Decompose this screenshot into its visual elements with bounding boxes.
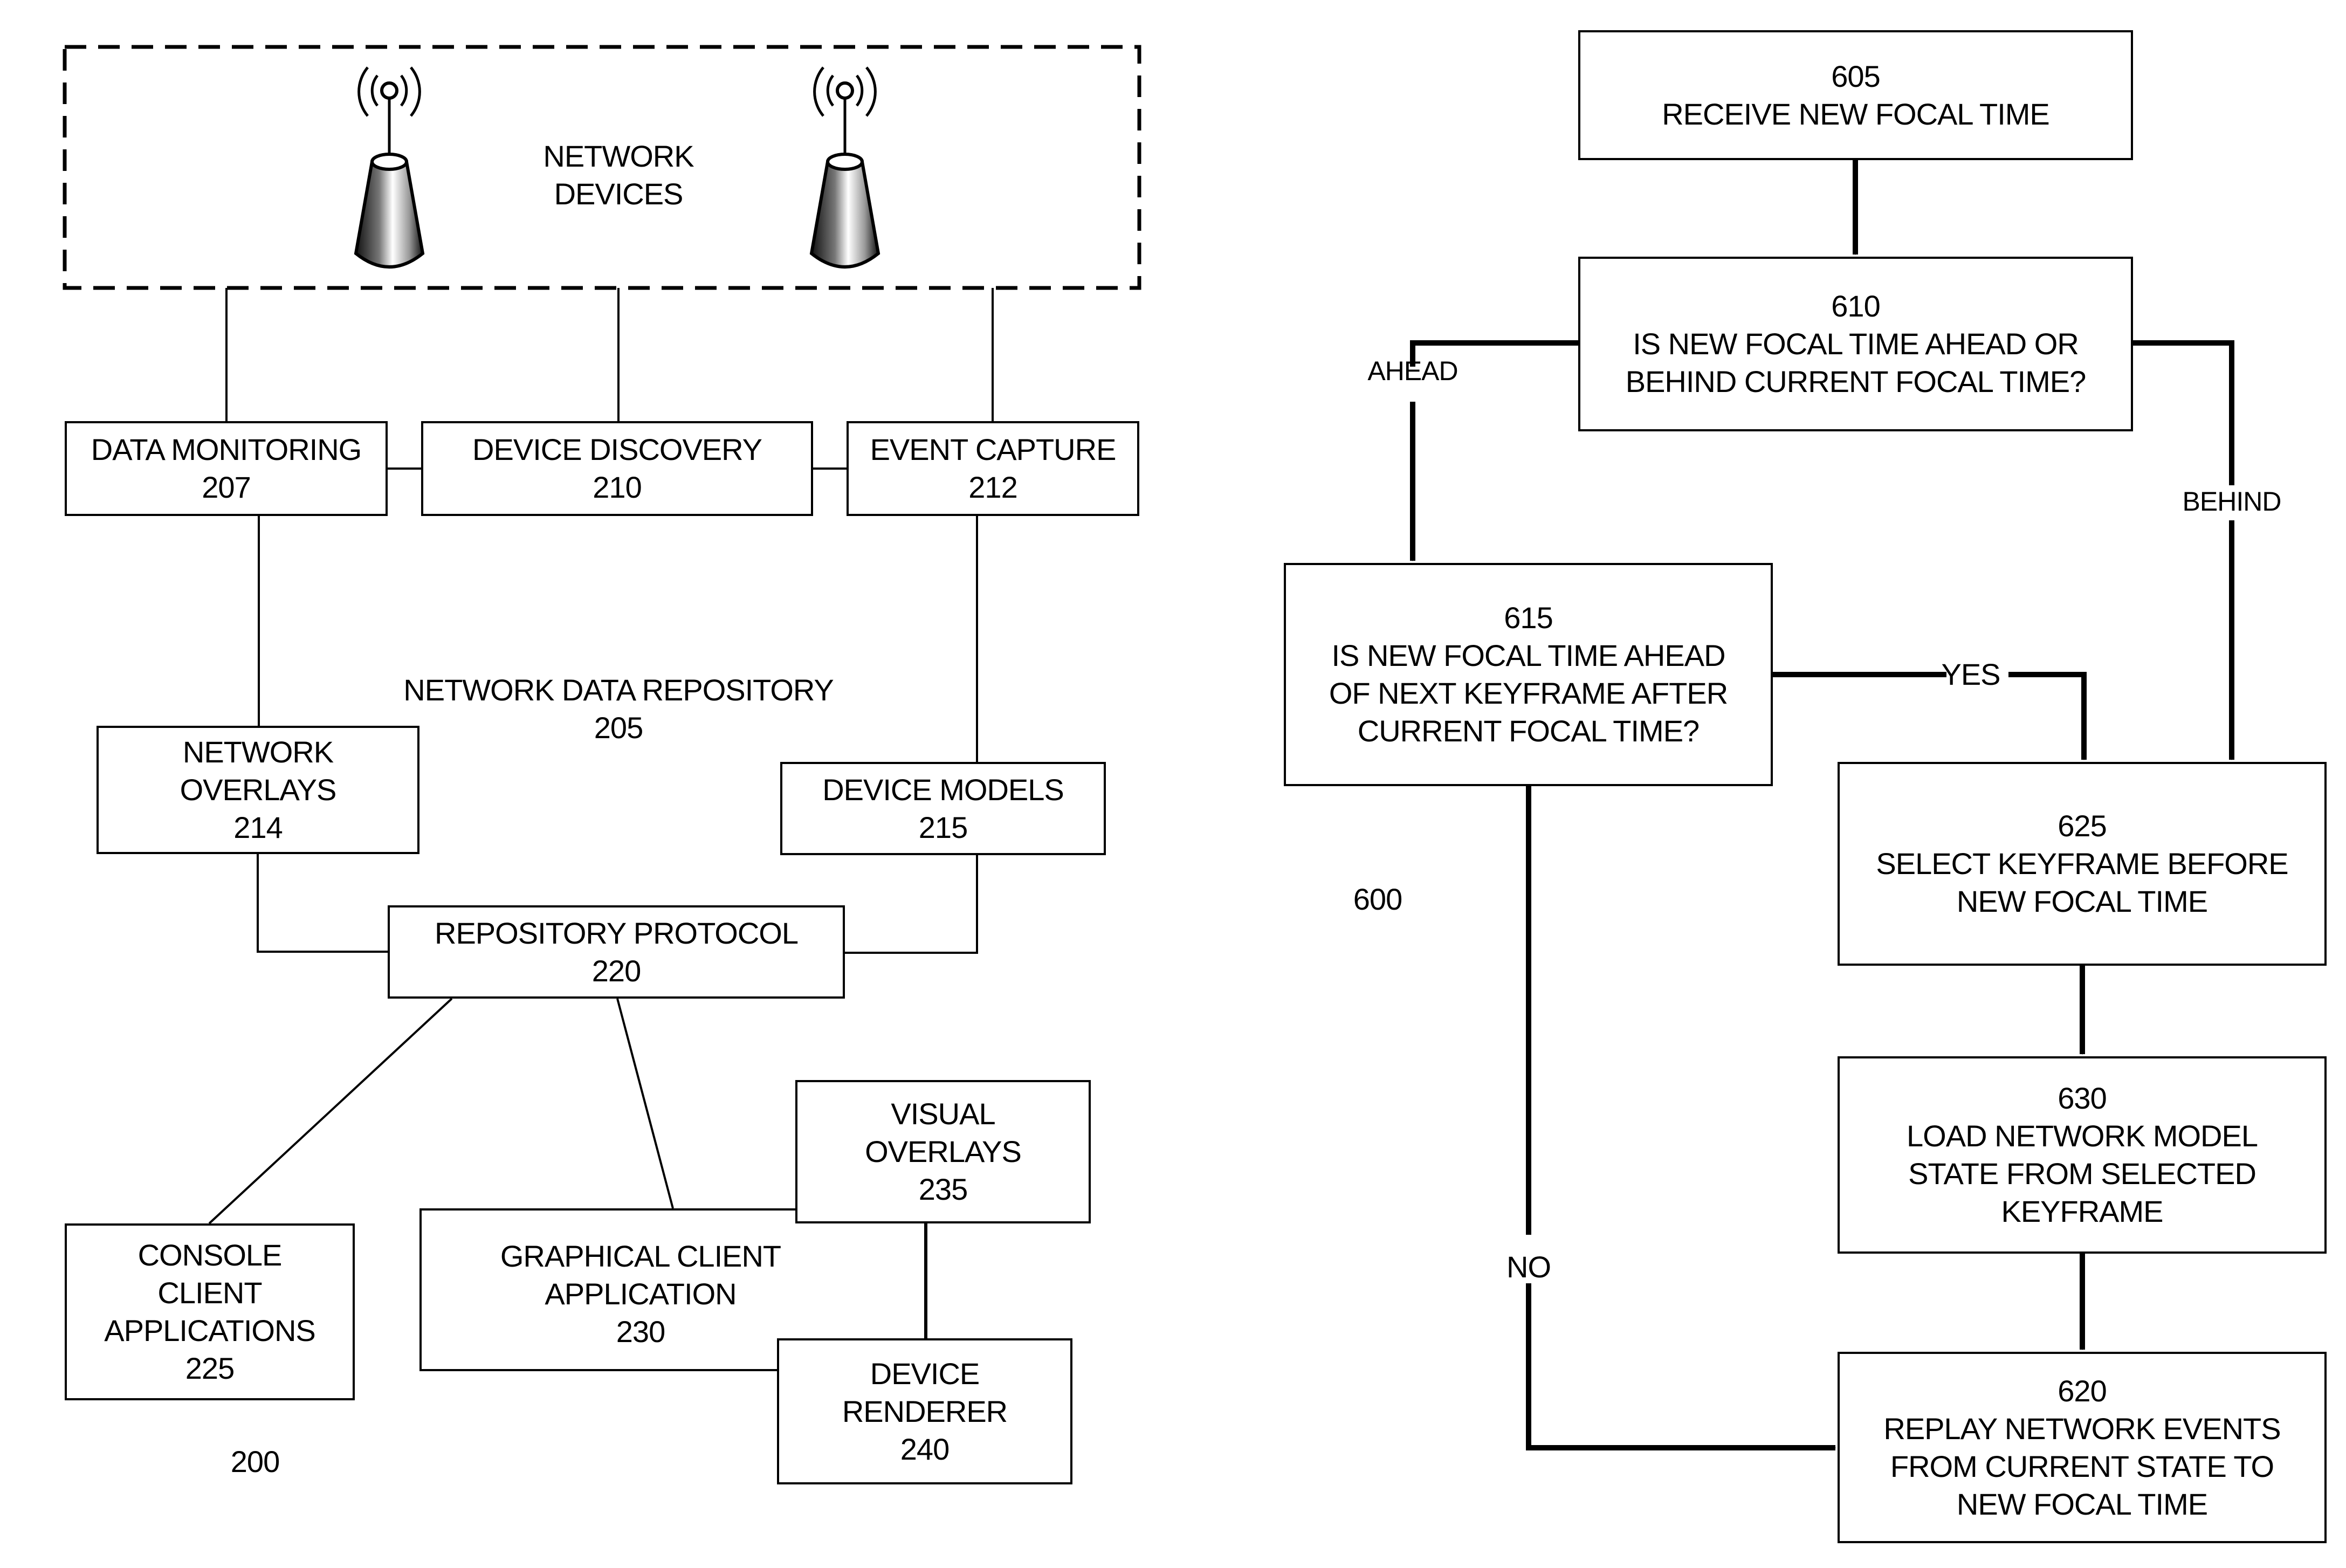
step-text: CURRENT FOCAL TIME? <box>1357 714 1700 748</box>
label-line: NETWORK DATA REPOSITORY <box>403 673 834 707</box>
step-number: 605 <box>1831 59 1880 93</box>
box-ref: 210 <box>593 470 642 504</box>
box-title: OVERLAYS <box>865 1134 1022 1168</box>
step-text: KEYFRAME <box>2001 1194 2163 1228</box>
box-title: OVERLAYS <box>180 773 337 807</box>
box-ref: 220 <box>591 953 641 988</box>
step-text: REPLAY NETWORK EVENTS <box>1883 1411 2281 1446</box>
label-line: 205 <box>594 711 643 745</box>
edge-label-yes: YES <box>1941 657 2000 691</box>
step-605-box: 605 RECEIVE NEW FOCAL TIME <box>1578 30 2133 160</box>
step-text: RECEIVE NEW FOCAL TIME <box>1662 97 2050 131</box>
step-615-box: 615 IS NEW FOCAL TIME AHEAD OF NEXT KEYF… <box>1284 563 1773 786</box>
box-ref: 240 <box>900 1432 950 1466</box>
box-title: DEVICE DISCOVERY <box>472 432 762 466</box>
device-renderer-box: DEVICE RENDERER 240 <box>777 1338 1072 1484</box>
box-title: DATA MONITORING <box>91 432 362 466</box>
step-text: NEW FOCAL TIME <box>1956 1487 2208 1521</box>
box-ref: 225 <box>185 1351 235 1385</box>
box-title: DEVICE <box>870 1356 980 1391</box>
box-title: APPLICATIONS <box>104 1313 316 1347</box>
console-client-box: CONSOLE CLIENT APPLICATIONS 225 <box>65 1223 355 1400</box>
device-models-box: DEVICE MODELS 215 <box>780 762 1106 855</box>
label-line: DEVICES <box>554 177 684 211</box>
step-text: FROM CURRENT STATE TO <box>1890 1449 2274 1483</box>
box-ref: 207 <box>202 470 251 504</box>
network-overlays-box: NETWORK OVERLAYS 214 <box>97 726 419 854</box>
network-data-repository-label: NETWORK DATA REPOSITORY 205 <box>403 671 834 747</box>
step-number: 620 <box>2058 1373 2107 1408</box>
step-number: 630 <box>2058 1081 2107 1115</box>
box-title: VISUAL <box>891 1097 995 1131</box>
step-630-box: 630 LOAD NETWORK MODEL STATE FROM SELECT… <box>1838 1056 2327 1254</box>
box-ref: 214 <box>233 810 283 844</box>
step-620-box: 620 REPLAY NETWORK EVENTS FROM CURRENT S… <box>1838 1352 2327 1543</box>
step-text: IS NEW FOCAL TIME AHEAD <box>1331 638 1725 672</box>
figure-number-600: 600 <box>1353 882 1402 916</box>
edge-label-behind: BEHIND <box>2182 486 2282 517</box>
edge-label-no: NO <box>1506 1250 1551 1284</box>
box-title: CLIENT <box>157 1276 262 1310</box>
box-title: RENDERER <box>842 1394 1008 1428</box>
event-capture-box: EVENT CAPTURE 212 <box>847 421 1139 516</box>
box-title: APPLICATION <box>545 1277 737 1311</box>
step-text: OF NEXT KEYFRAME AFTER <box>1329 676 1728 710</box>
box-title: NETWORK <box>182 735 334 769</box>
step-text: LOAD NETWORK MODEL <box>1907 1119 2258 1153</box>
box-title: EVENT CAPTURE <box>870 432 1117 466</box>
box-ref: 235 <box>918 1172 968 1206</box>
box-title: CONSOLE <box>137 1238 283 1272</box>
wireless-access-point-icon <box>809 66 880 269</box>
step-text: BEHIND CURRENT FOCAL TIME? <box>1625 365 2087 398</box>
label-line: NETWORK <box>543 139 694 173</box>
wireless-access-point-icon <box>354 66 425 269</box>
step-number: 610 <box>1831 289 1880 323</box>
data-monitoring-box: DATA MONITORING 207 <box>65 421 388 516</box>
visual-overlays-box: VISUAL OVERLAYS 235 <box>795 1080 1091 1223</box>
box-title: DEVICE MODELS <box>822 772 1064 807</box>
step-610-box: 610 IS NEW FOCAL TIME AHEAD OR BEHIND CU… <box>1578 257 2133 431</box>
box-ref: 212 <box>968 470 1017 504</box>
repository-protocol-box: REPOSITORY PROTOCOL 220 <box>388 905 845 999</box>
device-discovery-box: DEVICE DISCOVERY 210 <box>421 421 813 516</box>
step-number: 615 <box>1504 601 1553 635</box>
step-number: 625 <box>2058 809 2107 843</box>
box-ref: 215 <box>918 810 968 844</box>
box-title: REPOSITORY PROTOCOL <box>435 916 799 950</box>
figure-number-200: 200 <box>230 1445 280 1478</box>
edge-label-ahead: AHEAD <box>1367 356 1458 386</box>
step-625-box: 625 SELECT KEYFRAME BEFORE NEW FOCAL TIM… <box>1838 762 2327 966</box>
step-text: IS NEW FOCAL TIME AHEAD OR <box>1633 327 2079 361</box>
network-devices-label: NETWORK DEVICES <box>543 137 694 213</box>
step-text: STATE FROM SELECTED <box>1908 1157 2256 1191</box>
step-text: NEW FOCAL TIME <box>1956 884 2208 918</box>
step-text: SELECT KEYFRAME BEFORE <box>1876 847 2288 881</box>
box-ref: 230 <box>616 1315 665 1349</box>
box-title: GRAPHICAL CLIENT <box>500 1239 781 1273</box>
